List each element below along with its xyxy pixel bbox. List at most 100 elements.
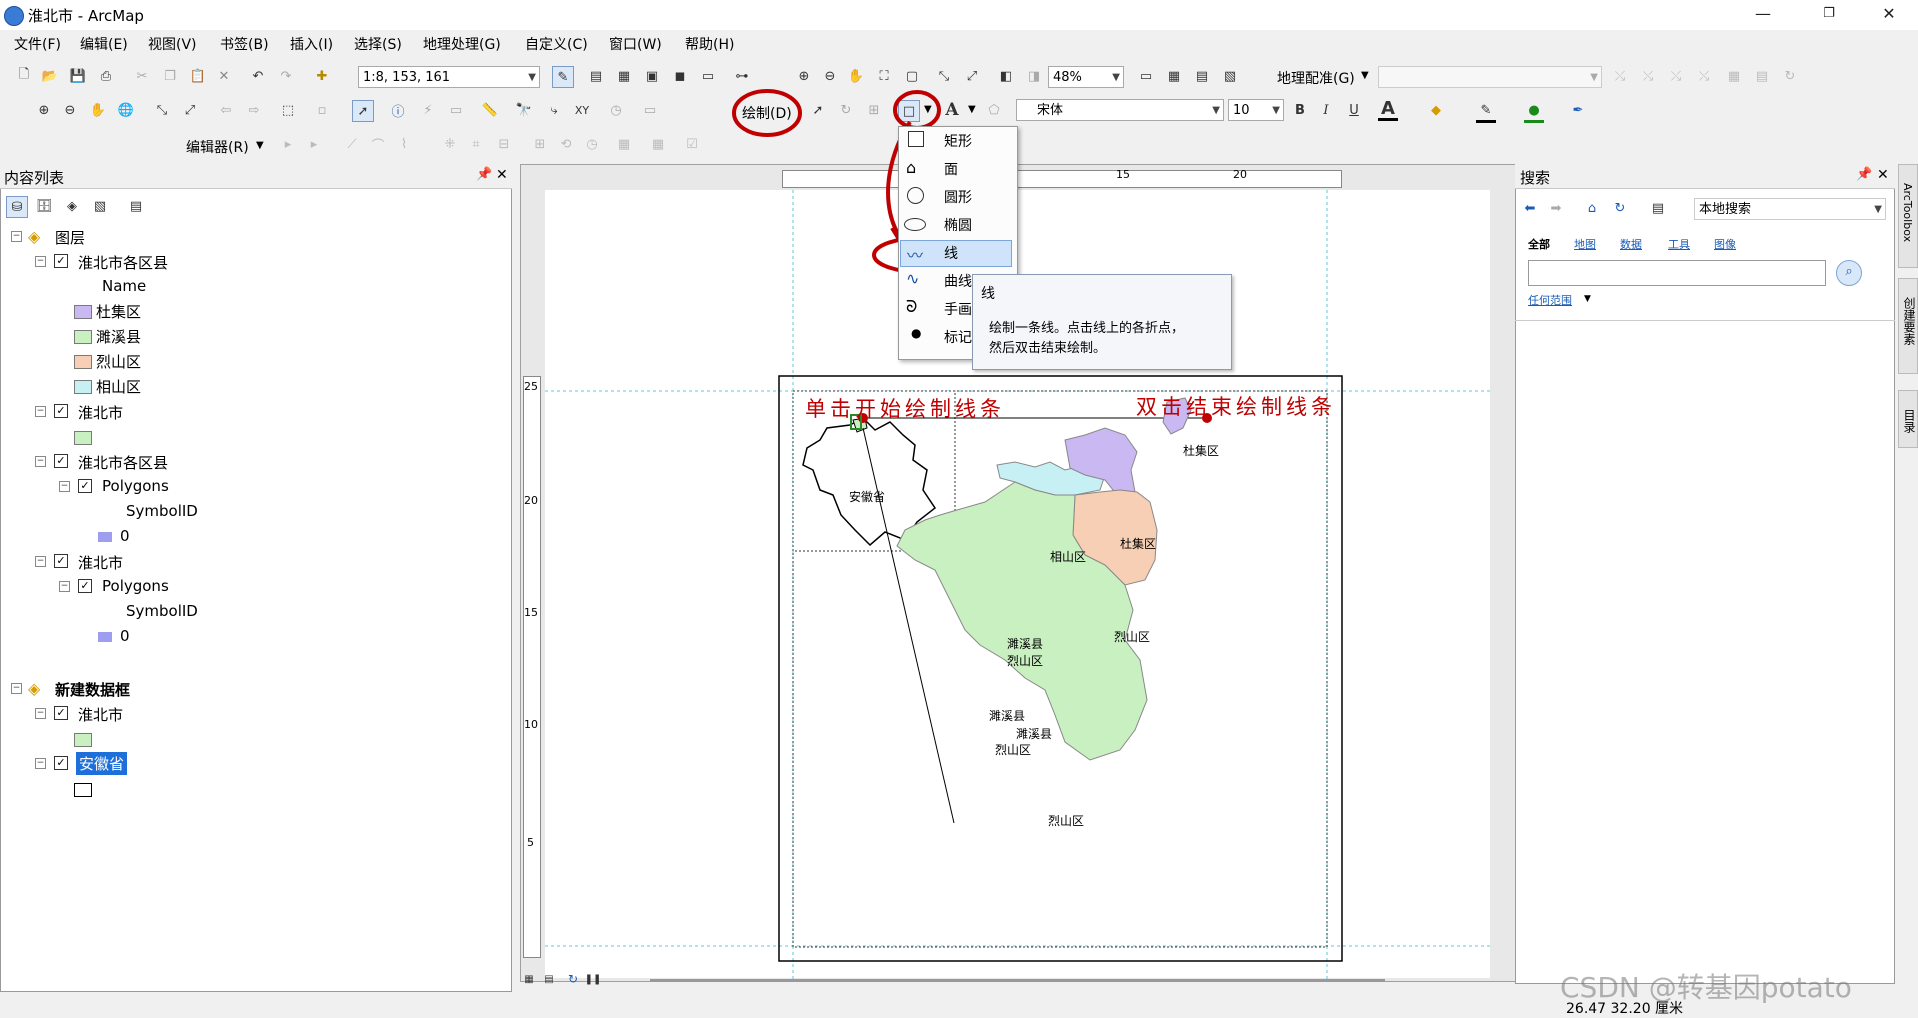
layer-visibility-checkbox[interactable]: ✓ <box>54 454 68 468</box>
zoom-to-selected-icon[interactable]: ⊞ <box>864 100 884 120</box>
cut-polygons-icon[interactable]: ⊟ <box>494 134 514 154</box>
menu-customize[interactable]: 自定义(C) <box>525 34 588 54</box>
marker-color-icon[interactable]: ● <box>1524 100 1544 123</box>
change-layout-icon[interactable]: ▤ <box>1192 66 1212 86</box>
list-by-selection-icon[interactable]: ▧ <box>90 196 110 216</box>
chevron-down-icon[interactable]: ▼ <box>968 104 976 115</box>
pin-icon[interactable]: 📌 <box>476 167 492 182</box>
trace-icon[interactable]: ⌇ <box>394 134 414 154</box>
edit-vertices-icon[interactable]: ⬠ <box>984 100 1004 120</box>
layer-huaibei-3[interactable]: 淮北市 <box>78 704 123 725</box>
layout-pan-icon[interactable]: ✋ <box>846 66 866 86</box>
data-view-icon[interactable]: ▦ <box>522 972 536 986</box>
menu-windows[interactable]: 窗口(W) <box>609 34 662 54</box>
html-popup-icon[interactable]: ▭ <box>446 100 466 120</box>
model-builder-icon[interactable]: ⊶ <box>732 66 752 86</box>
home-icon[interactable]: ⌂ <box>1582 198 1602 218</box>
collapse-icon[interactable]: − <box>35 758 46 769</box>
side-tab-create-features[interactable]: 创建要素 <box>1898 278 1918 374</box>
edit-vertices-editor-icon[interactable]: ⁜ <box>440 134 460 154</box>
new-rectangle-icon[interactable]: □ <box>898 100 920 122</box>
collapse-icon[interactable]: − <box>35 256 46 267</box>
list-by-drawing-order-icon[interactable]: ⛁ <box>6 196 28 218</box>
menu-item-circle[interactable]: 圆形 <box>900 184 1012 211</box>
undo-icon[interactable]: ↶ <box>248 66 268 86</box>
forward-icon[interactable]: ➡ <box>1546 198 1566 218</box>
rotate-editor-icon[interactable]: ⟲ <box>556 134 576 154</box>
redo-icon[interactable]: ↷ <box>276 66 296 86</box>
fixed-zoom-out-icon[interactable]: ⤢ <box>962 66 982 86</box>
next-extent-icon[interactable]: ◨ <box>1024 66 1044 86</box>
georef-layer-combo[interactable]: ▼ <box>1378 66 1602 88</box>
refresh-search-icon[interactable]: ↻ <box>1610 198 1630 218</box>
search-go-icon[interactable]: ⌕ <box>1836 260 1862 286</box>
layer-visibility-checkbox[interactable]: ✓ <box>54 254 68 268</box>
search-tab-data[interactable]: 数据 <box>1620 236 1642 252</box>
layout-zoom-in-icon[interactable]: ⊕ <box>794 66 814 86</box>
create-features-icon[interactable]: ▦ <box>648 134 668 154</box>
search-window-icon[interactable]: ▣ <box>642 66 662 86</box>
fixed-zoom-in-map-icon[interactable]: ⤡ <box>152 100 172 120</box>
line-color-icon[interactable]: ✎ <box>1476 100 1496 123</box>
symbol-swatch-huaibei[interactable] <box>74 431 92 445</box>
data-frame-layers[interactable]: 图层 <box>55 227 85 248</box>
delete-icon[interactable]: ✕ <box>214 66 234 86</box>
menu-item-rectangle[interactable]: 矩形 <box>900 128 1012 155</box>
shadow-pen-icon[interactable]: ✒ <box>1568 100 1588 120</box>
forward-extent-icon[interactable]: ⇨ <box>244 100 264 120</box>
menu-insert[interactable]: 插入(I) <box>290 34 333 54</box>
symbol-swatch-anhui[interactable] <box>74 783 92 797</box>
layer-visibility-checkbox[interactable]: ✓ <box>54 554 68 568</box>
layer-visibility-checkbox[interactable]: ✓ <box>54 706 68 720</box>
menu-selection[interactable]: 选择(S) <box>354 34 402 54</box>
layout-zoom-combo[interactable]: 48% ▼ <box>1048 66 1124 88</box>
bold-button[interactable]: B <box>1290 100 1310 120</box>
close-button[interactable]: ✕ <box>1866 0 1912 30</box>
side-tab-catalog[interactable]: 目录 <box>1898 390 1918 448</box>
endpoint-arc-icon[interactable]: ⌒ <box>368 134 388 154</box>
search-tab-maps[interactable]: 地图 <box>1574 236 1596 252</box>
georef-refresh-icon[interactable]: ↻ <box>1780 66 1800 86</box>
polygon-symbol-swatch[interactable] <box>98 532 112 542</box>
layer-huaibei-2[interactable]: 淮北市 <box>78 552 123 573</box>
data-driven-pages-icon[interactable]: ▧ <box>1220 66 1240 86</box>
edit-tool-icon[interactable]: ▸ <box>278 134 298 154</box>
full-extent-icon[interactable]: 🌐 <box>116 100 136 120</box>
layout-view-icon[interactable]: ▤ <box>542 972 556 986</box>
menu-file[interactable]: 文件(F) <box>14 34 61 54</box>
collapse-icon[interactable]: − <box>11 231 22 242</box>
menu-edit[interactable]: 编辑(E) <box>80 34 128 54</box>
time-slider-icon[interactable]: ◷ <box>606 100 626 120</box>
collapse-icon[interactable]: − <box>35 456 46 467</box>
sublayer-polygons-2[interactable]: Polygons <box>102 577 169 595</box>
editor-toolbar-icon[interactable]: ✎ <box>552 66 574 88</box>
fixed-zoom-in-icon[interactable]: ⤡ <box>934 66 954 86</box>
paste-icon[interactable]: 📋 <box>188 66 208 86</box>
symbol-swatch-xiangshan[interactable] <box>74 380 92 394</box>
zoom-whole-page-icon[interactable]: ⛶ <box>874 66 894 86</box>
measure-icon[interactable]: 📏 <box>480 100 500 120</box>
pause-drawing-icon[interactable]: ❚❚ <box>585 972 602 986</box>
pin-icon[interactable]: 📌 <box>1856 167 1872 182</box>
symbol-swatch-huaibei-3[interactable] <box>74 733 92 747</box>
maximize-button[interactable]: ❐ <box>1806 0 1852 30</box>
select-elements-icon[interactable]: ➚ <box>352 100 374 122</box>
reshape-icon[interactable]: ⌗ <box>466 134 486 154</box>
save-icon[interactable]: 💾 <box>68 66 88 86</box>
sublayer-visibility-checkbox[interactable]: ✓ <box>78 479 92 493</box>
symbol-swatch-duji[interactable] <box>74 305 92 319</box>
sketch-properties-icon[interactable]: ▦ <box>614 134 634 154</box>
search-close-icon[interactable]: ✕ <box>1877 167 1889 183</box>
find-icon[interactable]: 🔭 <box>514 100 534 120</box>
horizontal-scrollbar[interactable] <box>650 979 1385 982</box>
font-color-icon[interactable]: A <box>1378 98 1398 121</box>
minimize-button[interactable]: — <box>1740 0 1786 30</box>
polygon-symbol-swatch[interactable] <box>98 632 112 642</box>
hyperlink-icon[interactable]: ⚡ <box>418 100 438 120</box>
editor-menu[interactable]: 编辑器(R) <box>186 137 249 157</box>
menu-item-ellipse[interactable]: 椭圆 <box>900 212 1012 239</box>
layer-visibility-checkbox[interactable]: ✓ <box>54 756 68 770</box>
toc-close-button[interactable]: ✕ <box>496 167 508 183</box>
copy-icon[interactable]: ❐ <box>160 66 180 86</box>
pan-icon[interactable]: ✋ <box>88 100 108 120</box>
